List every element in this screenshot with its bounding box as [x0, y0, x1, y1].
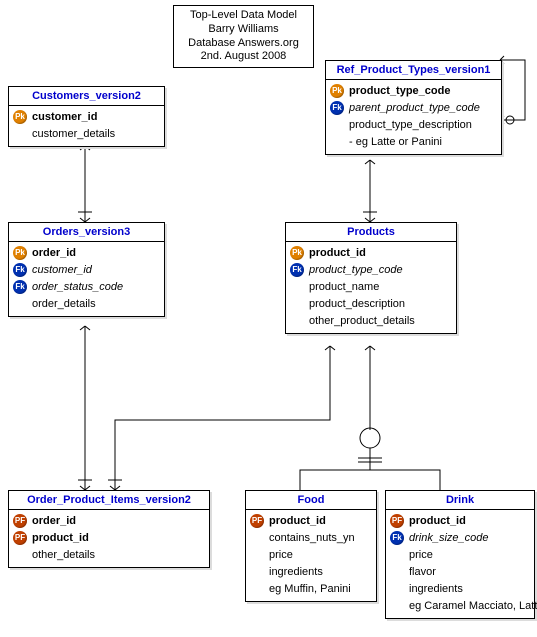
entity-title[interactable]: Food	[246, 491, 376, 510]
attribute-row: eg Muffin, Panini	[250, 580, 372, 597]
attribute-row: product_name	[290, 278, 452, 295]
diagram-title-box: Top-Level Data Model Barry Williams Data…	[173, 5, 314, 68]
attribute-row: Pk customer_id	[13, 108, 160, 125]
pk-badge-icon: Pk	[13, 110, 27, 124]
attribute-row: Fk customer_id	[13, 261, 160, 278]
attribute-label: eg Muffin, Panini	[269, 583, 351, 595]
attribute-row: ingredients	[390, 580, 530, 597]
entity-order-product-items: Order_Product_Items_version2 PForder_idP…	[8, 490, 210, 568]
attribute-label: other_product_details	[309, 315, 415, 327]
fk-badge-icon: Fk	[330, 101, 344, 115]
pk-badge-icon: Pk	[290, 246, 304, 260]
attribute-label: product_type_code	[309, 264, 403, 276]
title-line: Database Answers.org	[182, 37, 305, 51]
entity-orders: Orders_version3 Pkorder_idFkcustomer_idF…	[8, 222, 165, 317]
pk-badge-icon: Pk	[330, 84, 344, 98]
entity-title[interactable]: Ref_Product_Types_version1	[326, 61, 501, 80]
title-line: 2nd. August 2008	[182, 50, 305, 64]
attribute-label: parent_product_type_code	[349, 102, 480, 114]
attribute-row: - eg Latte or Panini	[330, 133, 497, 150]
attribute-label: product_type_description	[349, 119, 472, 131]
attribute-label: contains_nuts_yn	[269, 532, 355, 544]
attribute-label: product_id	[309, 247, 366, 259]
attribute-row: product_description	[290, 295, 452, 312]
fk-badge-icon: Fk	[13, 280, 27, 294]
pf-badge-icon: PF	[13, 531, 27, 545]
fk-badge-icon: Fk	[290, 263, 304, 277]
attribute-row: Fk order_status_code	[13, 278, 160, 295]
entity-title[interactable]: Order_Product_Items_version2	[9, 491, 209, 510]
attribute-label: price	[409, 549, 433, 561]
pf-badge-icon: PF	[390, 514, 404, 528]
attribute-row: PF product_id	[13, 529, 205, 546]
fk-badge-icon: Fk	[13, 263, 27, 277]
attribute-row: PF product_id	[250, 512, 372, 529]
attribute-row: Fk product_type_code	[290, 261, 452, 278]
attribute-label: other_details	[32, 549, 95, 561]
attribute-row: eg Caramel Macciato, Latte	[390, 597, 530, 614]
entity-title[interactable]: Orders_version3	[9, 223, 164, 242]
entity-drink: Drink PF product_id Fk drink_size_codeprice…	[385, 490, 535, 619]
attribute-label: order_details	[32, 298, 96, 310]
attribute-label: product_id	[269, 515, 326, 527]
pk-badge-icon: Pk	[13, 246, 27, 260]
attribute-row: order_details	[13, 295, 160, 312]
entity-food: Food PF product_id contains_nuts_ynprice in…	[245, 490, 377, 602]
attribute-label: order_id	[32, 247, 76, 259]
attribute-label: order_status_code	[32, 281, 123, 293]
attribute-row: ingredients	[250, 563, 372, 580]
attribute-row: Pk product_type_code	[330, 82, 497, 99]
entity-customers: Customers_version2 Pk customer_id customer…	[8, 86, 165, 147]
attribute-row: other_product_details	[290, 312, 452, 329]
attribute-label: customer_id	[32, 111, 97, 123]
entity-title[interactable]: Customers_version2	[9, 87, 164, 106]
attribute-row: other_details	[13, 546, 205, 563]
entity-ref-product-types: Ref_Product_Types_version1 Pk product_typ…	[325, 60, 502, 155]
title-line: Top-Level Data Model	[182, 9, 305, 23]
attribute-row: Pk product_id	[290, 244, 452, 261]
entity-products: Products Pk product_id Fk product_type_code…	[285, 222, 457, 334]
attribute-label: - eg Latte or Panini	[349, 136, 442, 148]
entity-title[interactable]: Drink	[386, 491, 534, 510]
attribute-label: product_description	[309, 298, 405, 310]
pf-badge-icon: PF	[13, 514, 27, 528]
attribute-row: contains_nuts_yn	[250, 529, 372, 546]
attribute-label: flavor	[409, 566, 436, 578]
attribute-label: ingredients	[269, 566, 323, 578]
attribute-row: flavor	[390, 563, 530, 580]
attribute-label: product_type_code	[349, 85, 450, 97]
attribute-label: product_id	[409, 515, 466, 527]
title-line: Barry Williams	[182, 23, 305, 37]
attribute-row: price	[390, 546, 530, 563]
attribute-row: PF product_id	[390, 512, 530, 529]
attribute-label: order_id	[32, 515, 76, 527]
attribute-row: Pk order_id	[13, 244, 160, 261]
attribute-label: customer_details	[32, 128, 115, 140]
pf-badge-icon: PF	[250, 514, 264, 528]
attribute-label: product_id	[32, 532, 89, 544]
attribute-row: PF order_id	[13, 512, 205, 529]
fk-badge-icon: Fk	[390, 531, 404, 545]
attribute-label: customer_id	[32, 264, 92, 276]
attribute-label: eg Caramel Macciato, Latte	[409, 600, 537, 612]
attribute-label: price	[269, 549, 293, 561]
attribute-row: product_type_description	[330, 116, 497, 133]
attribute-row: Fk parent_product_type_code	[330, 99, 497, 116]
attribute-row: Fk drink_size_code	[390, 529, 530, 546]
attribute-label: product_name	[309, 281, 379, 293]
attribute-row: price	[250, 546, 372, 563]
attribute-label: ingredients	[409, 583, 463, 595]
entity-title[interactable]: Products	[286, 223, 456, 242]
attribute-row: customer_details	[13, 125, 160, 142]
attribute-label: drink_size_code	[409, 532, 489, 544]
